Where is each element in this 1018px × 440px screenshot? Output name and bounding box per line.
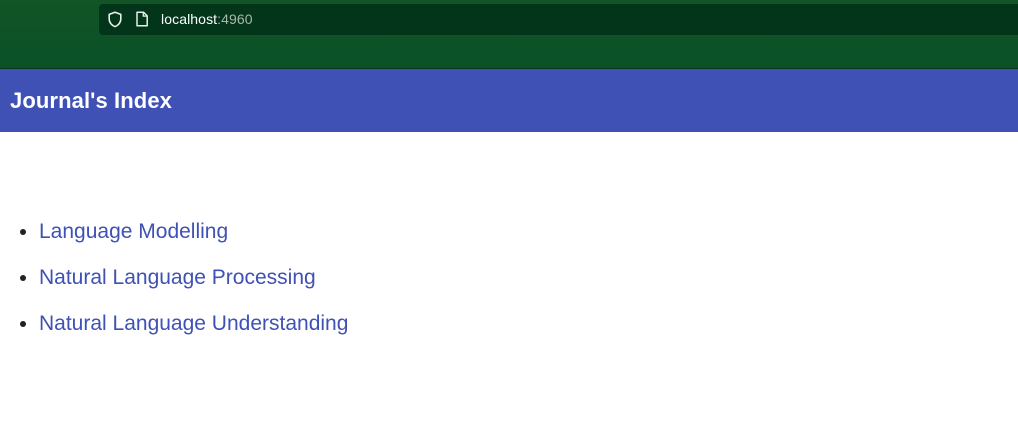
- url-port: :4960: [217, 11, 253, 27]
- address-bar[interactable]: localhost:4960: [99, 4, 1018, 35]
- shield-icon[interactable]: [107, 11, 123, 28]
- journal-link-natural-language-processing[interactable]: Natural Language Processing: [39, 266, 316, 289]
- list-item: Language Modelling: [39, 220, 1018, 244]
- journal-link-natural-language-understanding[interactable]: Natural Language Understanding: [39, 312, 348, 335]
- journal-list: Language Modelling Natural Language Proc…: [0, 220, 1018, 336]
- browser-toolbar: localhost:4960: [0, 0, 1018, 69]
- list-item: Natural Language Processing: [39, 266, 1018, 290]
- url-host: localhost: [161, 11, 218, 27]
- page-title: Journal's Index: [10, 87, 172, 113]
- url-text[interactable]: localhost:4960: [161, 11, 253, 28]
- list-item: Natural Language Understanding: [39, 312, 1018, 336]
- app-header: Journal's Index: [0, 69, 1018, 132]
- journal-link-language-modelling[interactable]: Language Modelling: [39, 220, 228, 243]
- page-icon[interactable]: [135, 11, 149, 27]
- main-content: Language Modelling Natural Language Proc…: [0, 132, 1018, 336]
